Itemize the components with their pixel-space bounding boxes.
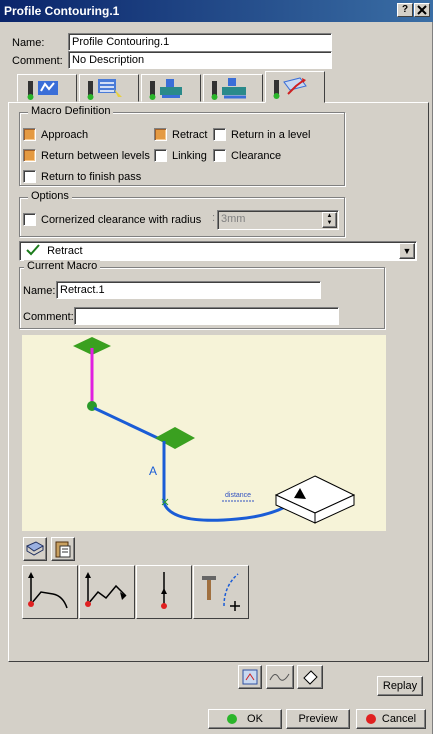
tab-macros[interactable] <box>265 71 325 103</box>
checkbox-indicator <box>213 128 226 141</box>
path-type-button-2[interactable] <box>79 565 135 619</box>
options-title: Options <box>28 190 72 202</box>
comment-field[interactable]: No Description <box>68 51 332 69</box>
checkbox-indicator <box>213 149 226 162</box>
macro-name-label: Name: <box>23 285 56 297</box>
macros-panel: Macro Definition Approach Retract Return… <box>8 102 429 696</box>
radius-field[interactable]: 3mm <box>217 210 339 230</box>
build-path-icon <box>202 573 240 611</box>
approach-checkbox[interactable]: Approach <box>23 128 88 141</box>
path-type-button-3[interactable] <box>136 565 192 619</box>
macro-comment-label: Comment: <box>23 311 74 323</box>
macro-comment-field[interactable] <box>74 307 339 325</box>
signature-icon-button[interactable] <box>266 665 294 689</box>
macro-library-button[interactable] <box>23 537 47 561</box>
geometry-tab-icon <box>27 81 58 100</box>
retract-path-icon <box>85 572 127 607</box>
ok-button[interactable]: OK <box>208 709 282 729</box>
macros-tab-icon <box>273 77 307 99</box>
path-type-button-1[interactable] <box>22 565 78 619</box>
checkbox-indicator <box>23 128 36 141</box>
preview-button[interactable]: Preview <box>286 709 350 729</box>
diagonal-segment <box>93 406 165 443</box>
ok-icon <box>227 714 238 725</box>
tab-geometry[interactable] <box>17 74 77 102</box>
macro-definition-title: Macro Definition <box>28 105 114 117</box>
options-group: Options Cornerized clearance with radius… <box>19 190 345 237</box>
clipboard-icon <box>55 541 71 558</box>
check-icon <box>26 244 40 256</box>
checkbox-indicator <box>23 213 36 226</box>
point-a-label: A <box>149 464 157 478</box>
clearance-checkbox[interactable]: Clearance <box>213 149 281 162</box>
linking-checkbox[interactable]: Linking <box>154 149 207 162</box>
paste-macro-button[interactable] <box>51 537 75 561</box>
macro-select-value: Retract <box>47 245 83 257</box>
title-bar[interactable]: Profile Contouring.1 <box>0 0 433 22</box>
macro-path-diagram: A distance <box>73 337 356 524</box>
book-icon <box>25 541 45 556</box>
retract-arc <box>162 501 293 522</box>
axial-path-icon <box>161 572 167 609</box>
checkbox-indicator <box>154 149 167 162</box>
name-field[interactable]: Profile Contouring.1 <box>68 33 332 51</box>
tool-path-replay-icon-button[interactable] <box>238 665 262 689</box>
macro-select[interactable]: Retract <box>19 241 417 261</box>
checkbox-indicator <box>154 128 167 141</box>
name-label: Name: <box>12 37 45 49</box>
feeds-speeds-tab-icon <box>211 78 246 100</box>
distance-annotation: distance <box>225 492 251 499</box>
replay-tool-icon <box>242 669 258 685</box>
macro-name-field[interactable]: Retract.1 <box>56 281 321 299</box>
return-to-finish-pass-checkbox[interactable]: Return to finish pass <box>23 170 141 183</box>
separator-dots: : <box>212 212 216 224</box>
cancel-button[interactable]: Cancel <box>356 709 426 729</box>
window-title: Profile Contouring.1 <box>4 4 120 18</box>
tab-strategy[interactable] <box>79 74 139 102</box>
chevron-down-icon: ▼ <box>402 246 412 256</box>
tab-tool[interactable] <box>141 74 201 102</box>
return-between-levels-checkbox[interactable]: Return between levels <box>23 149 150 162</box>
macro-definition-group: Macro Definition Approach Retract Return… <box>19 105 345 186</box>
cornerized-clearance-checkbox[interactable]: Cornerized clearance with radius <box>23 213 201 226</box>
return-in-a-level-checkbox[interactable]: Return in a level <box>213 128 311 141</box>
eraser-icon-button[interactable] <box>297 665 323 689</box>
approach-path-icon <box>28 572 68 609</box>
macro-select-dropdown-button[interactable]: ▼ <box>399 243 415 259</box>
path-type-button-4[interactable] <box>193 565 249 619</box>
close-icon <box>417 5 427 15</box>
help-button[interactable]: ? <box>397 3 413 17</box>
checkbox-indicator <box>23 149 36 162</box>
close-button[interactable] <box>414 3 430 17</box>
mid-plane <box>155 427 195 449</box>
eraser-icon <box>303 670 318 685</box>
cancel-icon <box>365 714 376 725</box>
current-macro-title: Current Macro <box>24 260 101 272</box>
signature-icon <box>269 673 290 681</box>
tool-tab-icon <box>149 79 182 100</box>
radius-spinner[interactable]: ▲ ▼ <box>322 212 337 228</box>
strategy-tab-icon <box>87 79 122 100</box>
comment-label: Comment: <box>12 55 63 67</box>
macro-diagram: A distance <box>22 335 386 531</box>
replay-button[interactable]: Replay <box>377 676 423 696</box>
retract-checkbox[interactable]: Retract <box>154 128 207 141</box>
current-macro-group: Current Macro Name: Retract.1 Comment: <box>19 260 385 329</box>
dialog-window: Profile Contouring.1 ? Name: Profile Con… <box>0 0 433 734</box>
checkbox-indicator <box>23 170 36 183</box>
tab-feeds-speeds[interactable] <box>203 74 263 102</box>
